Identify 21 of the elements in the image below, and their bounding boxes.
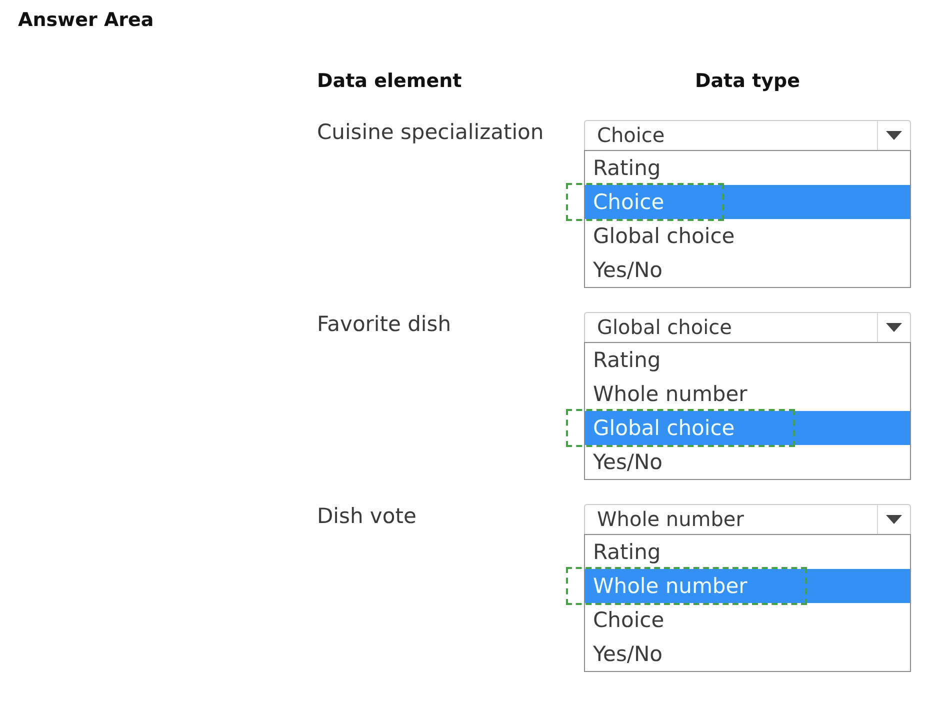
dropdown-option[interactable]: Yes/No bbox=[585, 445, 910, 479]
dropdown-option[interactable]: Choice bbox=[585, 603, 910, 637]
data-element-label: Dish vote bbox=[317, 504, 416, 528]
answer-area-title: Answer Area bbox=[17, 8, 155, 32]
data-element-label: Cuisine specialization bbox=[317, 120, 544, 144]
dropdown-option[interactable]: Rating bbox=[585, 151, 910, 185]
caret-down-icon bbox=[886, 515, 902, 524]
dropdown-option[interactable]: Global choice bbox=[585, 219, 910, 253]
dropdown-option[interactable]: Yes/No bbox=[585, 637, 910, 671]
dropdown-option[interactable]: Rating bbox=[585, 535, 910, 569]
dropdown-option[interactable]: Whole number bbox=[585, 377, 910, 411]
caret-down-icon bbox=[886, 131, 902, 140]
column-header: Data element bbox=[317, 69, 463, 94]
column-header: Data type bbox=[694, 69, 802, 94]
dropdown-select[interactable]: Choice bbox=[584, 120, 911, 150]
data-element-label: Favorite dish bbox=[317, 312, 452, 336]
dropdown-select[interactable]: Global choice bbox=[584, 312, 911, 342]
dropdown-option[interactable]: Rating bbox=[585, 343, 910, 377]
dropdown-option[interactable]: Yes/No bbox=[585, 253, 910, 287]
dropdown-select[interactable]: Whole number bbox=[584, 504, 911, 534]
caret-down-icon bbox=[886, 323, 902, 332]
